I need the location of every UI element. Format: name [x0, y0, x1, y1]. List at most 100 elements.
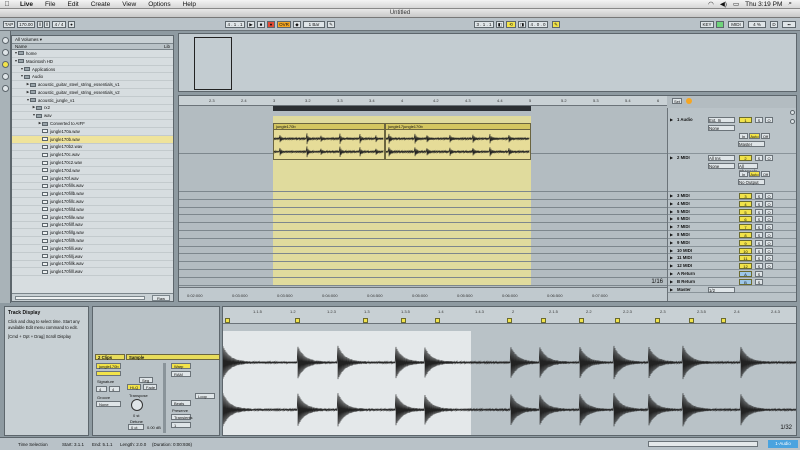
- zoom-in-icon[interactable]: [790, 110, 795, 115]
- browser-file-item[interactable]: jungle170fills.wav: [12, 183, 173, 191]
- track-lane[interactable]: [179, 262, 667, 270]
- output-routing-menu[interactable]: No Output: [738, 179, 765, 185]
- track-activator[interactable]: 12: [739, 263, 752, 270]
- transpose-knob[interactable]: [131, 399, 143, 411]
- track-lane[interactable]: [179, 239, 667, 247]
- solo-button[interactable]: S: [755, 263, 763, 270]
- track-activator[interactable]: 3: [739, 193, 752, 199]
- arm-button[interactable]: O: [765, 224, 773, 231]
- loop-switch-button[interactable]: ⟲: [506, 21, 516, 28]
- track-fold-icon[interactable]: ▶: [670, 232, 673, 237]
- browser-file-item[interactable]: jungle170f.wav: [12, 175, 173, 183]
- file-browser-2-icon[interactable]: [2, 73, 9, 80]
- arm-button[interactable]: O: [765, 117, 773, 123]
- track-fold-icon[interactable]: ▶: [670, 263, 673, 268]
- browser-folder-item[interactable]: ▶ Converted to AIFF: [12, 120, 173, 128]
- input-type-menu[interactable]: Ext. In: [708, 117, 735, 123]
- track-activator[interactable]: 4: [739, 200, 752, 207]
- browser-folder-item[interactable]: ▶ rx2: [12, 105, 173, 113]
- track-fold-icon[interactable]: ▶: [670, 224, 673, 229]
- menu-clock[interactable]: Thu 3:19 PM: [745, 1, 782, 8]
- file-browser-1-icon[interactable]: [2, 61, 9, 68]
- browser-folder-item[interactable]: ▼ Audio: [12, 73, 173, 82]
- menu-live[interactable]: Live: [14, 1, 39, 8]
- track-header[interactable]: ▶ 11 MIDI 11 S O: [668, 254, 796, 263]
- solo-button[interactable]: S: [755, 224, 763, 231]
- browser-file-item[interactable]: jungle170fillj.wav: [12, 253, 173, 261]
- time-ruler[interactable]: 1/16 0:02:000 0:03:000 0:03:500 0:04:000 0:0…: [179, 279, 667, 301]
- clip-name-field[interactable]: jungle170b: [96, 363, 121, 369]
- solo-button[interactable]: S: [755, 193, 763, 199]
- browser-file-item[interactable]: jungle170fillf.wav: [12, 222, 173, 230]
- track-header[interactable]: ▶ Master 1/2: [668, 286, 796, 294]
- seg-bpm-button[interactable]: Seg: [139, 377, 153, 383]
- track-activator[interactable]: 8: [739, 232, 752, 238]
- tap-button[interactable]: TAP: [3, 21, 15, 28]
- track-lane[interactable]: [179, 270, 667, 278]
- browser-file-item[interactable]: jungle170b.wav: [12, 135, 173, 144]
- loop-start-field[interactable]: 3 . 1 . 1: [474, 21, 494, 28]
- track-fold-icon[interactable]: ▶: [670, 155, 673, 160]
- solo-button[interactable]: S: [755, 239, 763, 246]
- nudge-up-button[interactable]: ‖: [44, 21, 50, 28]
- warp-marker[interactable]: [615, 318, 620, 323]
- preview-scrubber[interactable]: [15, 296, 145, 300]
- monitor-in-button[interactable]: In: [739, 171, 748, 177]
- browser-file-item[interactable]: jungle170filli.wav: [12, 245, 173, 253]
- browser-file-item[interactable]: jungle170c.wav: [12, 151, 173, 160]
- loop-brace[interactable]: [273, 106, 531, 111]
- ram-button[interactable]: RAM: [171, 371, 191, 377]
- detune-field[interactable]: 0 ct: [128, 424, 144, 430]
- arrangement-overview[interactable]: [178, 33, 797, 92]
- warp-marker[interactable]: [655, 318, 660, 323]
- preserve-menu[interactable]: Transients: [171, 414, 193, 420]
- arm-button[interactable]: O: [765, 263, 773, 270]
- groove-menu[interactable]: None: [96, 401, 121, 407]
- track-header[interactable]: ▶ A Return A S: [668, 270, 796, 278]
- signature-field[interactable]: 4 / 4: [52, 21, 66, 28]
- browser-file-item[interactable]: jungle170fillh.wav: [12, 237, 173, 245]
- loop-mode-menu[interactable]: 1: [171, 422, 191, 428]
- track-header[interactable]: ▶ 9 MIDI 9 S O: [668, 239, 796, 247]
- track-header[interactable]: ▶ 2 MIDI 2SO All Ins NoneAll ChannelsInAutoO…: [668, 154, 796, 192]
- track-lane[interactable]: [179, 247, 667, 255]
- position-field[interactable]: 4 . 1 . 1: [225, 21, 245, 28]
- browser-file-item[interactable]: jungle170c2.wav: [12, 159, 173, 167]
- play-button[interactable]: ▶: [247, 21, 255, 28]
- battery-icon[interactable]: ▭: [733, 0, 739, 8]
- track-lane[interactable]: [179, 223, 667, 231]
- track-lane[interactable]: [179, 254, 667, 263]
- track-fold-icon[interactable]: ▶: [670, 209, 673, 214]
- punch-in-button[interactable]: ◧: [496, 21, 504, 28]
- browser-folder-item[interactable]: ▼ Macintosh HD: [12, 58, 173, 66]
- solo-button[interactable]: S: [755, 255, 763, 262]
- sample-ruler[interactable]: 1.1.5 1.2 1.2.3 1.3 1.3.5 1.4 1.4.3 2 2.1.5 2.2 2.…: [223, 307, 796, 324]
- track-fold-icon[interactable]: ▶: [670, 255, 673, 260]
- track-fold-icon[interactable]: ▶: [670, 240, 673, 245]
- browser-folder-item[interactable]: ▶ acoustic_guitar_steel_string_essentials…: [12, 81, 173, 89]
- track-activator[interactable]: 10: [739, 247, 752, 254]
- browser-file-item[interactable]: jungle170fillc.wav: [12, 198, 173, 206]
- solo-button[interactable]: S: [755, 278, 763, 285]
- track-activator[interactable]: 1: [739, 117, 752, 123]
- warp-mode-menu[interactable]: Beats: [171, 400, 191, 406]
- track-lane[interactable]: [179, 215, 667, 224]
- sample-waveform-area[interactable]: [223, 331, 796, 435]
- browser-folder-item[interactable]: ▶ acoustic_guitar_steel_string_essentials…: [12, 89, 173, 97]
- track-lane[interactable]: [179, 200, 667, 208]
- apple-icon[interactable]: : [0, 1, 14, 8]
- track-fold-icon[interactable]: ▶: [670, 193, 673, 198]
- menu-edit[interactable]: Edit: [62, 1, 85, 8]
- set-button[interactable]: Set: [672, 98, 682, 104]
- browser-file-item[interactable]: jungle170a.wav: [12, 128, 173, 136]
- browser-file-item[interactable]: jungle170fillb.wav: [12, 190, 173, 199]
- fade-button[interactable]: Fade: [143, 384, 157, 390]
- warp-marker[interactable]: [401, 318, 406, 323]
- midi-track-button[interactable]: 1-Audio: [768, 440, 798, 448]
- warp-marker[interactable]: [721, 318, 726, 323]
- browser-folder-item[interactable]: ▼ Applications: [12, 66, 173, 74]
- track-lane[interactable]: [179, 278, 667, 286]
- solo-button[interactable]: S: [755, 155, 763, 161]
- track-fold-icon[interactable]: ▶: [670, 287, 673, 292]
- arm-button[interactable]: O: [765, 232, 773, 238]
